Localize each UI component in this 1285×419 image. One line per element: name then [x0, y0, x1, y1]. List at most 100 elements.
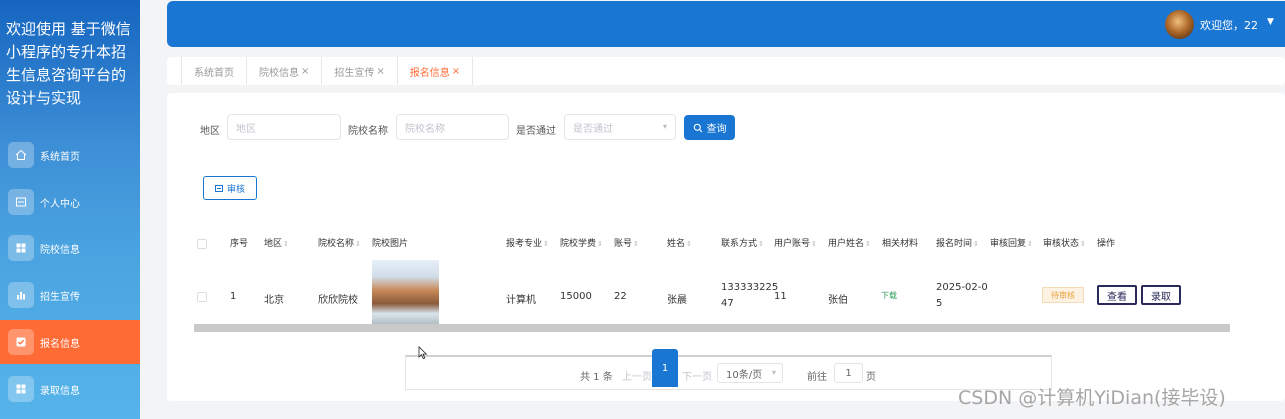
horizontal-scrollbar[interactable]: [194, 324, 1230, 332]
pagination: 共 1 条 上一页 1 下一页 10条/页 ▾ 前往 1 页: [405, 349, 1052, 390]
cell-user-account: 11: [774, 291, 787, 302]
column-header-region[interactable]: 地区⇕: [264, 236, 289, 249]
page-suffix: 页: [866, 372, 876, 383]
tab-label: 招生宣传: [334, 67, 375, 79]
column-header-time[interactable]: 报名时间⇕: [936, 236, 979, 249]
sidebar-item-label: 招生宣传: [40, 291, 80, 303]
sort-icon: ⇕: [811, 240, 817, 248]
page-size-value: 10条/页: [726, 369, 763, 381]
chevron-down-icon[interactable]: ▼: [1267, 17, 1274, 27]
sort-icon: ⇕: [283, 240, 289, 248]
column-header-phone[interactable]: 联系方式⇕: [721, 236, 764, 249]
sort-icon: ⇕: [686, 240, 692, 248]
grid-icon: [8, 376, 34, 402]
school-label: 院校名称: [348, 126, 388, 137]
next-page-button[interactable]: 下一页: [682, 368, 712, 383]
prev-page-button[interactable]: 上一页: [622, 368, 652, 383]
column-header-user-name[interactable]: 用户姓名⇕: [828, 236, 871, 249]
tab-bar: 系统首页 院校信息 × 招生宣传 × 报名信息 ×: [167, 57, 1285, 85]
watermark: CSDN @计算机YiDian(接毕设): [958, 387, 1226, 409]
goto-page-input[interactable]: 1: [834, 363, 863, 383]
pass-label: 是否通过: [516, 126, 556, 137]
avatar[interactable]: [1165, 10, 1194, 39]
column-header-index: 序号: [230, 239, 249, 249]
welcome-text[interactable]: 欢迎您，22: [1200, 17, 1258, 33]
tab-home[interactable]: 系统首页: [181, 57, 247, 85]
column-header-actions: 操作: [1097, 239, 1116, 249]
pass-select[interactable]: 是否通过 ▾: [564, 114, 676, 140]
cell-index: 1: [230, 291, 237, 302]
goto-page-value: 1: [845, 367, 852, 379]
sort-icon: ⇕: [1080, 240, 1086, 248]
query-button-label: 查询: [706, 124, 727, 135]
chevron-down-icon: ▾: [771, 368, 776, 377]
top-header: 欢迎您，22 ▼: [167, 1, 1285, 47]
sidebar-item-label: 系统首页: [40, 151, 80, 163]
sort-icon: ⇕: [633, 240, 639, 248]
view-button[interactable]: 查看: [1097, 285, 1137, 305]
page-size-select[interactable]: 10条/页 ▾: [717, 363, 783, 383]
tab-promotion[interactable]: 招生宣传 ×: [322, 57, 398, 85]
cell-tuition: 15000: [560, 291, 592, 302]
mouse-cursor-icon: [418, 346, 428, 360]
close-icon[interactable]: ×: [376, 66, 384, 77]
tab-label: 系统首页: [194, 67, 234, 79]
column-header-reply[interactable]: 审核回复⇕: [990, 236, 1033, 249]
column-header-account[interactable]: 账号⇕: [614, 236, 639, 249]
cell-account: 22: [614, 291, 627, 302]
close-icon[interactable]: ×: [301, 66, 309, 77]
pagination-total: 共 1 条: [580, 372, 613, 383]
column-header-user-account[interactable]: 用户账号⇕: [774, 236, 817, 249]
tab-registration[interactable]: 报名信息 ×: [398, 57, 474, 85]
column-header-major[interactable]: 报考专业⇕: [506, 236, 549, 249]
sidebar-item-home[interactable]: 系统首页: [0, 133, 140, 177]
sidebar-item-label: 院校信息: [40, 244, 80, 256]
sidebar-item-admission[interactable]: 录取信息: [0, 367, 140, 411]
grid-icon: [8, 235, 34, 261]
chevron-down-icon: ▾: [662, 122, 667, 131]
school-image: [372, 260, 439, 327]
current-page-button[interactable]: 1: [652, 349, 678, 387]
bar-chart-icon: [8, 282, 34, 308]
goto-label: 前往: [807, 372, 827, 383]
column-header-name[interactable]: 姓名⇕: [667, 236, 692, 249]
cell-major: 计算机: [506, 295, 536, 306]
sidebar-item-label: 报名信息: [40, 338, 80, 350]
download-link[interactable]: 下载: [881, 290, 897, 301]
school-input[interactable]: 院校名称: [396, 114, 509, 140]
sort-icon: ⇕: [597, 240, 603, 248]
search-icon: [693, 123, 702, 132]
cell-time-line2: 5: [936, 298, 943, 309]
school-placeholder: 院校名称: [405, 123, 445, 135]
cell-name: 张晨: [667, 295, 687, 306]
sidebar-item-promotion[interactable]: 招生宣传: [0, 273, 140, 317]
column-header-tuition[interactable]: 院校学费⇕: [560, 236, 603, 249]
sidebar-item-profile[interactable]: 个人中心: [0, 180, 140, 224]
user-card-icon: [8, 189, 34, 215]
close-icon[interactable]: ×: [452, 66, 460, 77]
sort-icon: ⇕: [1027, 240, 1033, 248]
tab-schools[interactable]: 院校信息 ×: [247, 57, 323, 85]
main-panel: 地区 地区 院校名称 院校名称 是否通过 是否通过 ▾ 查询 审核 序号 地区⇕…: [167, 93, 1285, 401]
app-title: 欢迎使用 基于微信小程序的专升本招生信息咨询平台的设计与实现: [6, 20, 131, 107]
sort-icon: ⇕: [543, 240, 549, 248]
tab-label: 报名信息: [409, 67, 450, 79]
query-button[interactable]: 查询: [684, 115, 735, 140]
region-placeholder: 地区: [236, 123, 256, 135]
sidebar: 欢迎使用 基于微信小程序的专升本招生信息咨询平台的设计与实现 系统首页 个人中心…: [0, 0, 140, 419]
sort-icon: ⇕: [865, 240, 871, 248]
select-all-checkbox[interactable]: [197, 239, 207, 249]
sort-icon: ⇕: [758, 240, 764, 248]
admit-button[interactable]: 录取: [1141, 285, 1181, 305]
column-header-status[interactable]: 审核状态⇕: [1043, 236, 1086, 249]
sidebar-item-registration[interactable]: 报名信息: [0, 320, 140, 364]
sidebar-item-schools[interactable]: 院校信息: [0, 226, 140, 270]
column-header-school-image: 院校图片: [372, 239, 409, 249]
sort-icon: ⇕: [355, 240, 361, 248]
tab-label: 院校信息: [259, 67, 299, 79]
checkbox-icon: [8, 329, 34, 355]
region-input[interactable]: 地区: [227, 114, 341, 140]
column-header-school[interactable]: 院校名称⇕: [318, 236, 361, 249]
review-button[interactable]: 审核: [203, 176, 257, 200]
row-checkbox[interactable]: [197, 292, 207, 302]
